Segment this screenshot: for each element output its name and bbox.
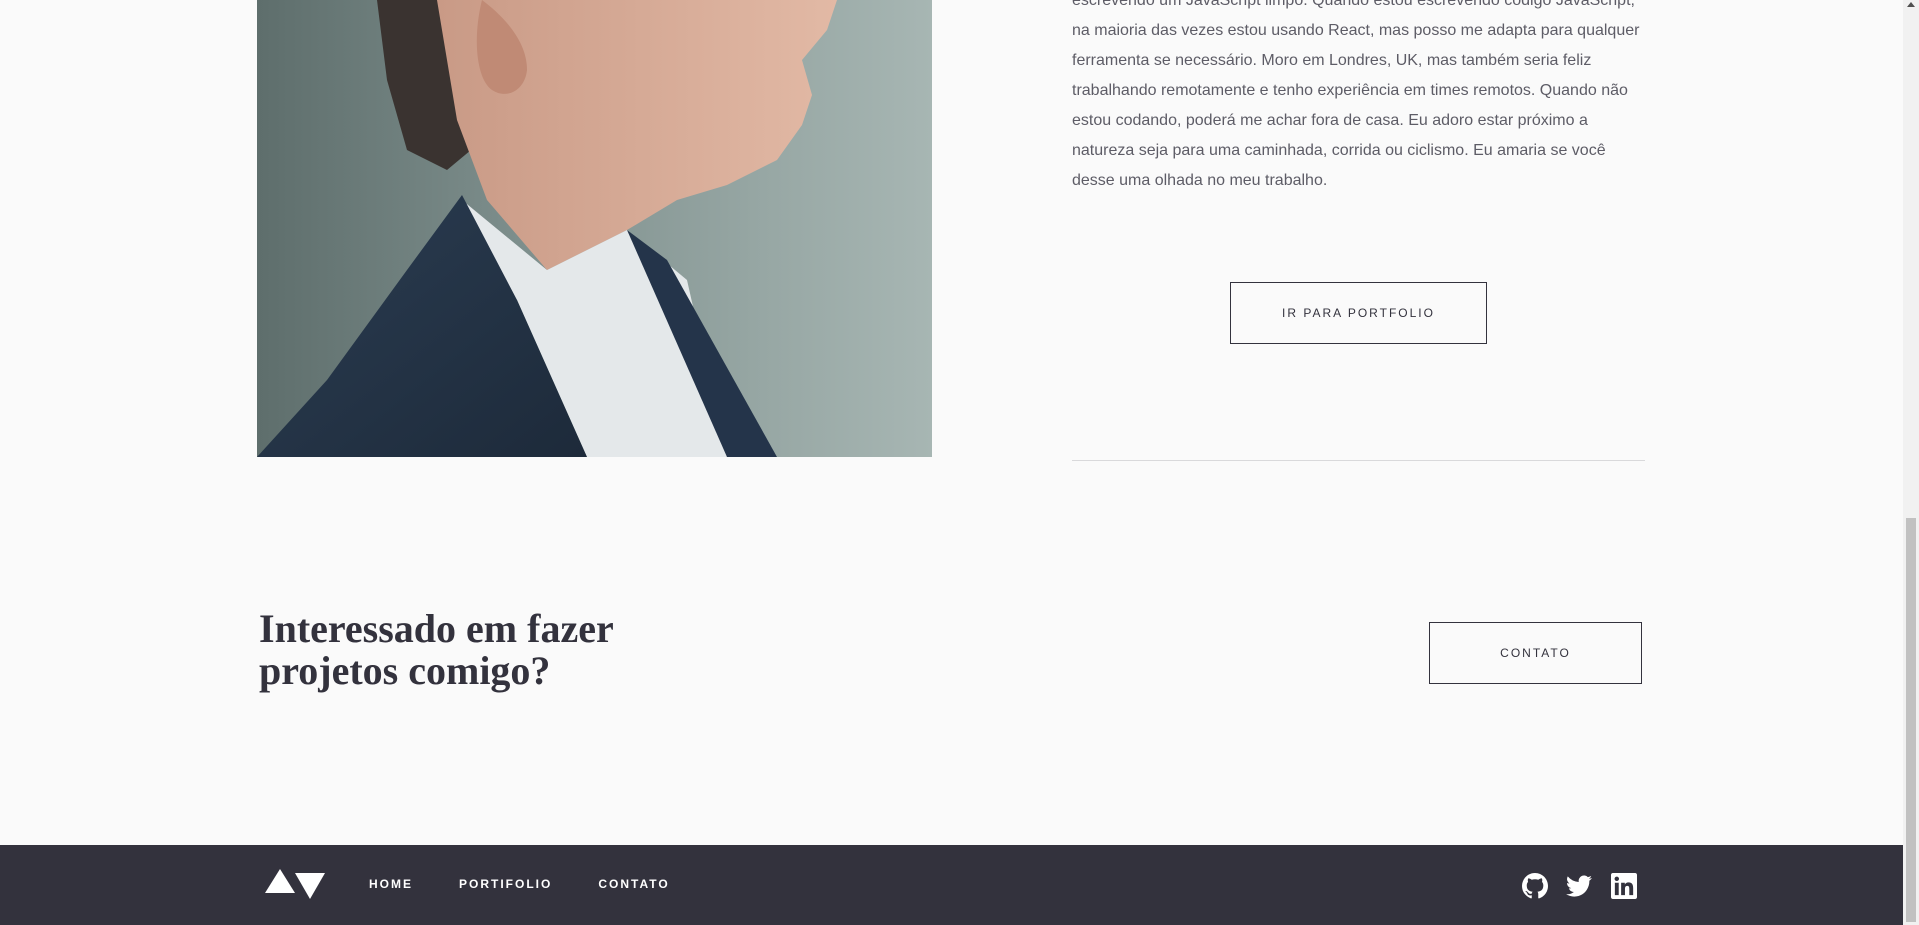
twitter-icon[interactable]: [1566, 873, 1592, 899]
vertical-scrollbar[interactable]: [1903, 0, 1919, 925]
section-divider: [1072, 460, 1645, 461]
footer-nav-portfolio[interactable]: PORTIFOLIO: [459, 877, 552, 891]
linkedin-icon[interactable]: [1611, 873, 1637, 899]
scroll-up-arrow-icon[interactable]: [1907, 2, 1915, 7]
contact-button[interactable]: CONTATO: [1429, 622, 1642, 684]
go-to-portfolio-button[interactable]: IR PARA PORTFOLIO: [1230, 282, 1487, 344]
scrollbar-thumb[interactable]: [1906, 518, 1916, 922]
logo-icon[interactable]: [265, 867, 325, 899]
github-icon[interactable]: [1522, 873, 1548, 899]
about-paragraph: escrevendo um JavaScript limpo. Quando e…: [1072, 0, 1640, 189]
profile-photo: [257, 0, 932, 457]
footer-nav-home[interactable]: HOME: [369, 877, 413, 891]
page: escrevendo um JavaScript limpo. Quando e…: [0, 0, 1919, 925]
footer: HOME PORTIFOLIO CONTATO: [0, 845, 1903, 925]
footer-nav: HOME PORTIFOLIO CONTATO: [369, 877, 716, 891]
cta-title: Interessado em fazer projetos comigo?: [259, 606, 613, 693]
footer-nav-contact[interactable]: CONTATO: [598, 877, 669, 891]
